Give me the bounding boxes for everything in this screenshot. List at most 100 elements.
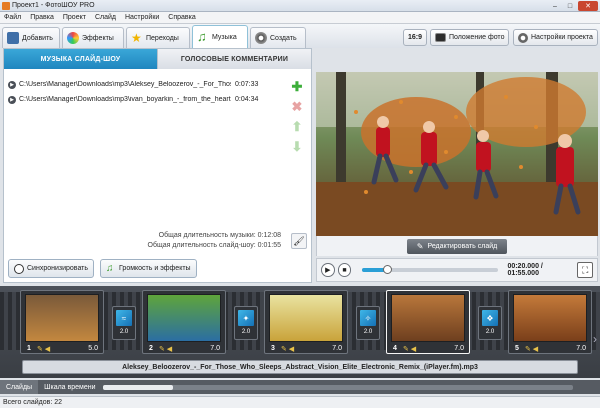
transition-2[interactable]: ✦ 2.0 [234,306,258,340]
slide-number: 3 [271,345,275,352]
stop-button[interactable]: ■ [337,263,352,277]
slide-duration: 7.0 [332,345,342,352]
slide-thumb-4[interactable]: 4 ✎ ◀ 7.0 [386,290,470,354]
add-track-icon[interactable]: ✚ [289,79,305,95]
menu-project[interactable]: Проект [63,14,86,21]
slide-icons: ✎ ◀ [403,346,417,353]
move-up-icon[interactable]: ⬆ [289,119,305,135]
slide-image [513,294,587,342]
audio-track[interactable]: Aleksey_Beloozerov_-_For_Those_Who_Sleep… [22,360,578,374]
player-controls: ▶ ■ 00:20.000 / 01:55.000 ⛶ [316,258,598,282]
slide-duration: 7.0 [576,345,586,352]
slide-thumb-2[interactable]: 2 ✎ ◀ 7.0 [142,290,226,354]
fullscreen-icon[interactable]: ⛶ [577,262,594,278]
scrollbar-thumb[interactable] [103,385,173,390]
slide-icons: ✎ ◀ [159,346,173,353]
slide-icons: ✎ ◀ [525,346,539,353]
edit-slide-button[interactable]: ✎ Редактировать слайд [406,238,508,254]
music-subtabs: МУЗЫКА СЛАЙД-ШОУ ГОЛОСОВЫЕ КОММЕНТАРИИ [4,49,311,69]
transition-3[interactable]: ✧ 2.0 [356,306,380,340]
slide-thumb-1[interactable]: 1 ✎ ◀ 5.0 [20,290,104,354]
slide-image [269,294,343,342]
duration-totals: Общая длительность музыки: 0:12:08 Общая… [148,231,281,251]
total-slideshow-duration: Общая длительность слайд-шоу: 0:01:55 [147,242,281,249]
tab-timeline[interactable]: Шкала времени [38,380,101,394]
tab-slides[interactable]: Слайды [0,380,39,394]
progress-knob[interactable] [382,265,392,274]
slide-duration: 7.0 [454,345,464,352]
transition-icon: ✦ [238,310,254,326]
music-panel-buttons: Синхронизировать ♫ Громкость и эффекты [8,259,197,278]
time-readout: 00:20.000 / 01:55.000 [507,263,543,277]
maximize-button[interactable]: □ [563,1,577,11]
tab-transitions[interactable]: ★ Переходы [126,27,190,48]
aspect-ratio-button[interactable]: 16:9 [403,29,428,46]
pencil-icon: ✎ [416,241,424,251]
minimize-button[interactable]: – [548,1,562,11]
slide-thumb-3[interactable]: 3 ✎ ◀ 7.0 [264,290,348,354]
slide-number: 5 [515,345,519,352]
tab-add[interactable]: Добавить [2,27,60,48]
tab-effects[interactable]: Эффекты [62,27,124,48]
close-window-button[interactable]: ✕ [578,1,598,11]
window-controls: – □ ✕ [548,1,598,11]
transition-4[interactable]: ❖ 2.0 [478,306,502,340]
transition-duration: 2.0 [119,329,129,335]
slide-number: 2 [149,345,153,352]
menu-slide[interactable]: Слайд [95,14,116,21]
folder-icon [7,32,19,44]
play-track-icon[interactable]: ▶ [8,95,16,104]
transition-icon: ✧ [360,310,376,326]
tab-music[interactable]: ♫ Музыка [192,25,248,48]
music-note-icon: ♫ [197,29,207,44]
slide-duration: 5.0 [88,345,98,352]
track-path: C:\Users\Manager\Downloads\mp3\ivan_boya… [19,96,231,103]
slide-number: 1 [27,345,31,352]
timeline-scrollbar[interactable] [103,385,573,390]
list-item[interactable]: ▶ C:\Users\Manager\Downloads\mp3\ivan_bo… [8,92,288,107]
app-icon [2,2,10,10]
star-icon: ★ [131,31,142,45]
clock-icon [14,263,24,274]
brush-icon[interactable]: 🖌 [291,233,307,249]
slide-thumb-5[interactable]: 5 ✎ ◀ 7.0 [508,290,592,354]
timeline-panel: 1 ✎ ◀ 5.0 ≈ 2.0 2 ✎ ◀ 7.0 ✦ 2.0 3 ✎ ◀ 7.… [0,286,600,378]
slide-preview [316,72,598,236]
total-music-duration: Общая длительность музыки: 0:12:08 [158,232,281,239]
menu-help[interactable]: Справка [168,14,195,21]
main-toolbar: Добавить Эффекты ★ Переходы ♫ Музыка Соз… [0,24,600,48]
title-bar: Проект1 - ФотоШОУ PRO – □ ✕ [0,0,600,12]
tab-create[interactable]: Создать [250,27,306,48]
window-title: Проект1 - ФотоШОУ PRO [12,2,95,9]
timeline-scroll-right-icon[interactable]: › [593,332,597,346]
volume-effects-button[interactable]: ♫ Громкость и эффекты [100,259,197,278]
sync-button[interactable]: Синхронизировать [8,259,95,278]
list-item[interactable]: ▶ C:\Users\Manager\Downloads\mp3\Aleksey… [8,77,288,92]
track-path: C:\Users\Manager\Downloads\mp3\Aleksey_B… [19,81,231,88]
tab-slideshow-music[interactable]: МУЗЫКА СЛАЙД-ШОУ [4,49,157,69]
remove-track-icon[interactable]: ✖ [289,99,305,115]
menu-file[interactable]: Файл [4,14,21,21]
status-bar: Всего слайдов: 22 [0,396,600,408]
move-down-icon[interactable]: ⬇ [289,139,305,155]
track-actions: ✚ ✖ ⬆ ⬇ [289,79,307,155]
music-panel: МУЗЫКА СЛАЙД-ШОУ ГОЛОСОВЫЕ КОММЕНТАРИИ ▶… [3,48,312,283]
play-button[interactable]: ▶ [321,263,335,277]
menu-bar: Файл Правка Проект Слайд Настройки Справ… [0,12,600,24]
project-settings-button[interactable]: Настройки проекта [513,29,598,46]
transition-icon: ≈ [116,310,132,326]
disc-icon [255,32,267,44]
tab-voice-comments[interactable]: ГОЛОСОВЫЕ КОММЕНТАРИИ [157,49,311,69]
photo-position-button[interactable]: Положение фото [430,29,510,46]
menu-settings[interactable]: Настройки [125,14,159,21]
transition-duration: 2.0 [485,329,495,335]
slide-count: Всего слайдов: 22 [3,399,63,406]
slide-image [391,294,465,342]
menu-edit[interactable]: Правка [30,14,54,21]
transition-1[interactable]: ≈ 2.0 [112,306,136,340]
play-track-icon[interactable]: ▶ [8,80,16,89]
playback-progress[interactable] [362,265,499,274]
edit-slide-bar: ✎ Редактировать слайд [316,236,598,256]
transition-duration: 2.0 [363,329,373,335]
slide-number: 4 [393,345,397,352]
